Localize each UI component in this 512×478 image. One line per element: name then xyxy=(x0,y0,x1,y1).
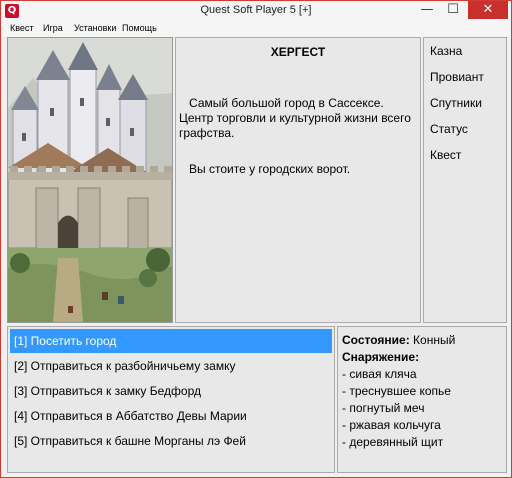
equipment-label: Снаряжение: xyxy=(342,350,420,364)
side-item-companions[interactable]: Спутники xyxy=(430,96,482,110)
choice-item[interactable]: [4] Отправиться в Аббатство Девы Марии xyxy=(10,404,332,428)
equipment-item: - ржавая кольчуга xyxy=(342,418,441,432)
state-value: Конный xyxy=(409,333,456,347)
menu-bar: Квест Игра Установки Помощь xyxy=(1,21,511,37)
equipment-item: - треснувшее копье xyxy=(342,384,451,398)
side-item-status[interactable]: Статус xyxy=(430,122,468,136)
side-item-provisions[interactable]: Провиант xyxy=(430,70,484,84)
equipment-item: - деревянный щит xyxy=(342,435,444,449)
choice-item[interactable]: [3] Отправиться к замку Бедфорд xyxy=(10,379,332,403)
side-menu: Казна Провиант Спутники Статус Квест xyxy=(423,37,507,323)
equipment-item: - погнутый меч xyxy=(342,401,425,415)
side-item-treasury[interactable]: Казна xyxy=(430,44,462,58)
choice-item[interactable]: [2] Отправиться к разбойничьему замку xyxy=(10,354,332,378)
status-panel: Состояние: Конный Снаряжение: - сивая кл… xyxy=(337,326,507,473)
choice-item[interactable]: [5] Отправиться к башне Морганы лэ Фей xyxy=(10,429,332,453)
side-item-quest[interactable]: Квест xyxy=(430,148,461,162)
menu-help[interactable]: Помощь xyxy=(122,23,157,33)
state-label: Состояние: xyxy=(342,333,410,347)
menu-settings[interactable]: Установки xyxy=(74,23,116,33)
castle-illustration-icon xyxy=(8,38,172,322)
choices-list: [1] Посетить город [2] Отправиться к раз… xyxy=(7,326,335,473)
menu-game[interactable]: Игра xyxy=(43,23,63,33)
location-title: ХЕРГЕСТ xyxy=(270,45,326,59)
title-bar[interactable]: Q Quest Soft Player 5 [+] — ☐ ✕ xyxy=(1,1,511,21)
story-panel: ХЕРГЕСТ Самый большой город в Сассексе. … xyxy=(175,37,421,323)
app-window: Q Quest Soft Player 5 [+] — ☐ ✕ Квест Иг… xyxy=(0,0,512,478)
choice-item[interactable]: [1] Посетить город xyxy=(10,329,332,353)
equipment-item: - сивая кляча xyxy=(342,367,417,381)
location-picture xyxy=(7,37,173,323)
menu-quest[interactable]: Квест xyxy=(10,23,34,33)
minimize-button[interactable]: — xyxy=(413,1,441,19)
story-description: Самый большой город в Сассексе. Центр то… xyxy=(179,96,415,140)
story-situation: Вы стоите у городских ворот. xyxy=(179,162,351,176)
status-state: Состояние: Конный xyxy=(342,333,455,347)
close-button[interactable]: ✕ xyxy=(468,1,508,19)
maximize-button[interactable]: ☐ xyxy=(439,1,467,19)
